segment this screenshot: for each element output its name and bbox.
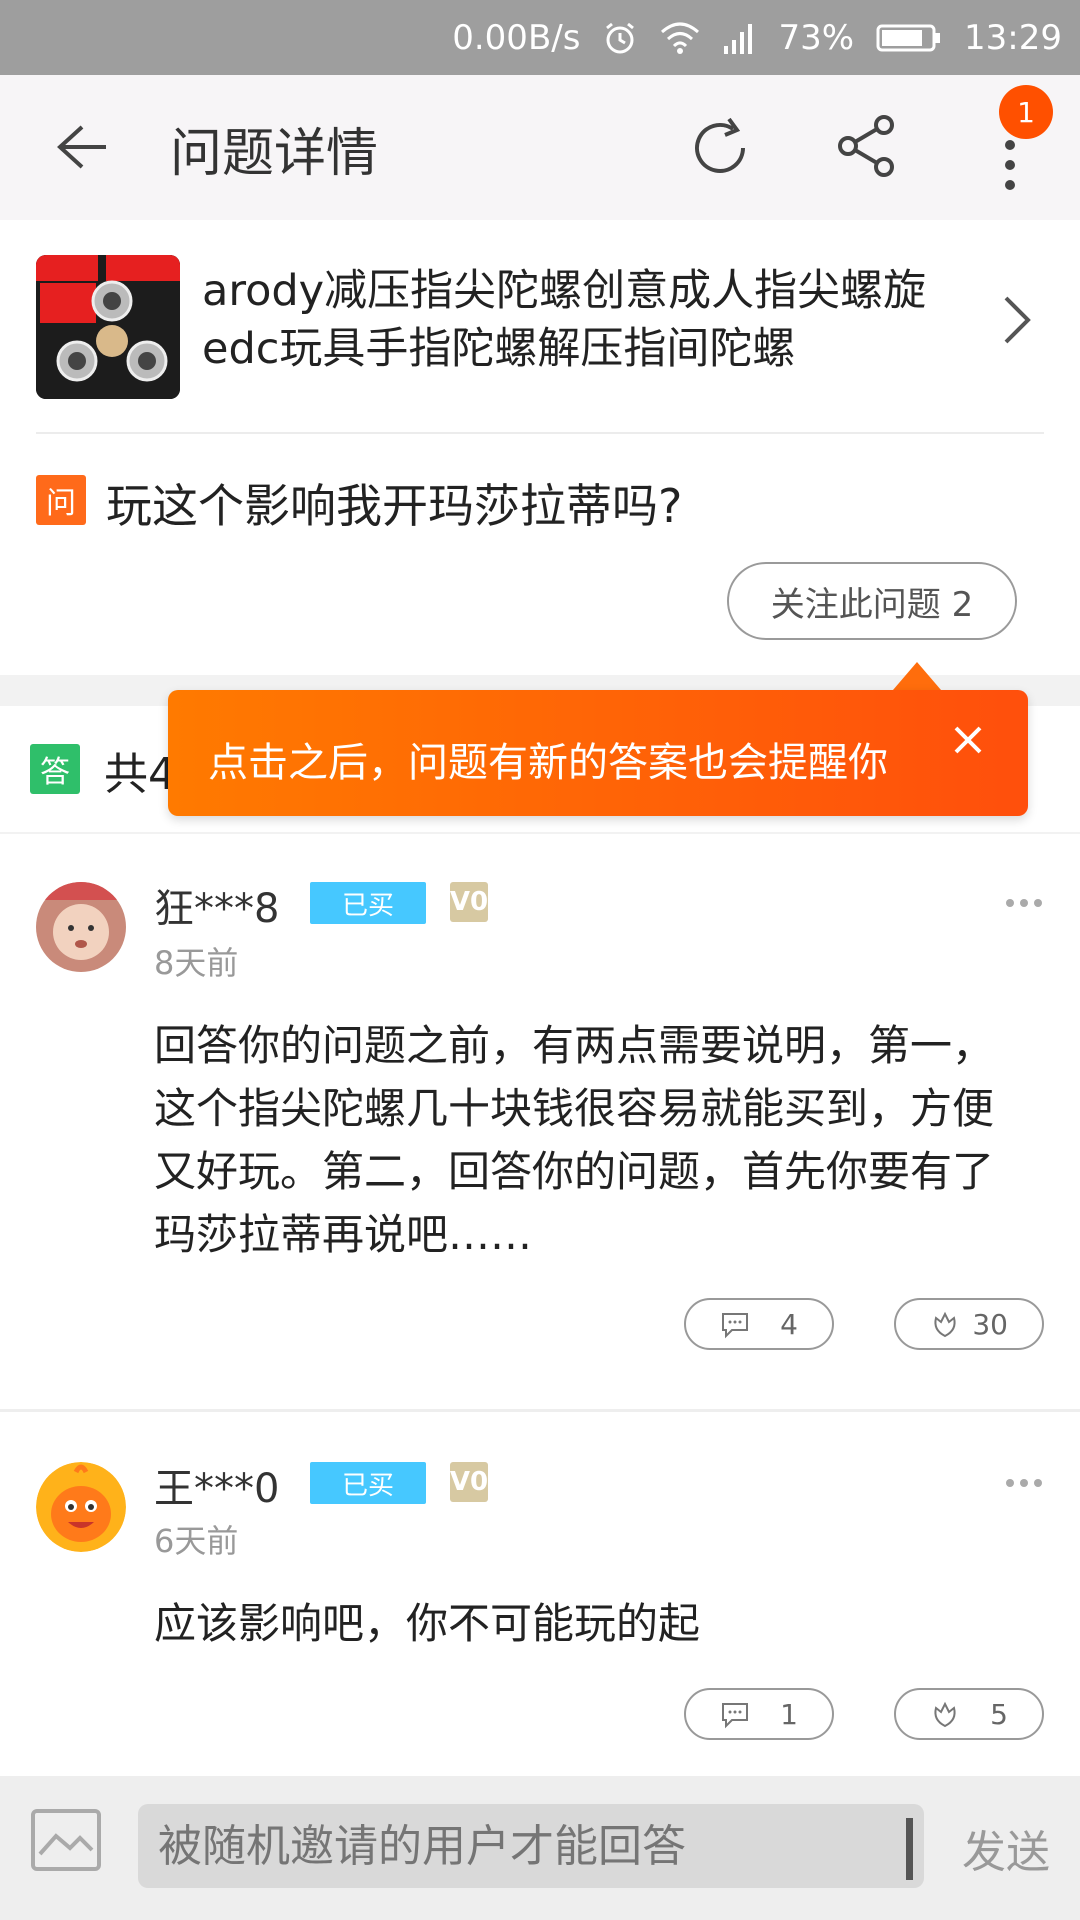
answer-time: 8天前 <box>154 944 239 982</box>
like-count: 30 <box>972 1307 1008 1341</box>
follow-question-button[interactable]: 关注此问题 2 <box>727 562 1017 640</box>
text-cursor <box>906 1818 913 1880</box>
signal-icon <box>722 22 756 54</box>
insert-image-button[interactable] <box>30 1808 102 1872</box>
close-icon <box>954 726 982 754</box>
answer-tag: 答 <box>30 744 80 794</box>
answer-item: 狂***8 已买 V0 8天前 回答你的问题之前，有两点需要说明，第一，这个指尖… <box>0 834 1080 1409</box>
answer-time: 6天前 <box>154 1522 239 1560</box>
reply-bar: 发送 <box>0 1776 1080 1920</box>
battery-icon <box>876 22 942 54</box>
tooltip-arrow <box>893 662 941 690</box>
send-button[interactable]: 发送 <box>962 1816 1050 1880</box>
share-icon <box>838 115 894 177</box>
product-thumbnail[interactable] <box>36 255 180 399</box>
vip-level-badge: V0 <box>450 1462 488 1502</box>
answer-text: 应该影响吧，你不可能玩的起 <box>154 1599 701 1648</box>
fidget-spinner-image <box>36 255 180 399</box>
avatar[interactable] <box>36 882 126 972</box>
like-button[interactable]: 5 <box>894 1688 1044 1740</box>
user-name: 狂***8 <box>154 886 280 932</box>
more-options-button[interactable] <box>1004 1474 1044 1487</box>
question-card: arody减压指尖陀螺创意成人指尖螺旋edc玩具手指陀螺解压指间陀螺 问 玩这个… <box>0 220 1080 675</box>
share-button[interactable] <box>832 111 902 181</box>
answer-text: 回答你的问题之前，有两点需要说明，第一，这个指尖陀螺几十块钱很容易就能买到，方便… <box>154 1021 995 1259</box>
refresh-button[interactable] <box>685 113 755 183</box>
page-title: 问题详情 <box>170 124 379 184</box>
chevron-right-icon[interactable] <box>1000 290 1036 350</box>
tooltip-text: 点击之后，问题有新的答案也会提醒你 <box>208 740 888 786</box>
follow-tooltip: 点击之后，问题有新的答案也会提醒你 <box>168 690 1028 816</box>
product-title[interactable]: arody减压指尖陀螺创意成人指尖螺旋edc玩具手指陀螺解压指间陀螺 <box>202 262 942 378</box>
question-text: 玩这个影响我开玛莎拉蒂吗? <box>106 479 683 533</box>
more-options-button[interactable] <box>1004 894 1044 907</box>
image-icon <box>31 1809 101 1871</box>
more-horizontal-icon <box>1006 899 1042 907</box>
alarm-icon <box>602 20 638 56</box>
network-speed: 0.00B/s <box>452 17 581 58</box>
like-count: 5 <box>990 1697 1008 1731</box>
more-horizontal-icon <box>1006 1479 1042 1487</box>
notification-badge: 1 <box>999 85 1053 139</box>
answer-item: 王***0 已买 V0 6天前 应该影响吧，你不可能玩的起 1 5 <box>0 1412 1080 1776</box>
close-tooltip-button[interactable] <box>948 720 988 760</box>
comment-icon <box>722 1703 748 1729</box>
vip-level-badge: V0 <box>450 882 488 922</box>
comment-button[interactable]: 1 <box>684 1688 834 1740</box>
bought-badge: 已买 <box>310 1462 426 1504</box>
user-name: 王***0 <box>154 1466 280 1512</box>
wifi-icon <box>660 22 700 54</box>
question-tag: 问 <box>36 475 86 525</box>
back-arrow-icon <box>57 125 106 169</box>
reply-input[interactable] <box>138 1804 924 1888</box>
bought-badge: 已买 <box>310 882 426 924</box>
flower-like-icon <box>934 1311 956 1338</box>
comment-count: 4 <box>780 1307 798 1341</box>
flower-like-icon <box>934 1701 956 1728</box>
avatar[interactable] <box>36 1462 126 1552</box>
clock: 13:29 <box>964 17 1062 58</box>
answer-count: 共4 <box>104 749 176 800</box>
app-bar: 问题详情 1 <box>0 75 1080 221</box>
status-bar: 0.00B/s 73% 13:29 <box>0 0 1080 75</box>
like-button[interactable]: 30 <box>894 1298 1044 1350</box>
comment-icon <box>722 1313 748 1339</box>
battery-percent: 73% <box>778 17 855 58</box>
back-button[interactable] <box>52 117 112 177</box>
divider <box>36 432 1044 434</box>
comment-count: 1 <box>780 1697 798 1731</box>
refresh-icon <box>695 117 745 173</box>
comment-button[interactable]: 4 <box>684 1298 834 1350</box>
